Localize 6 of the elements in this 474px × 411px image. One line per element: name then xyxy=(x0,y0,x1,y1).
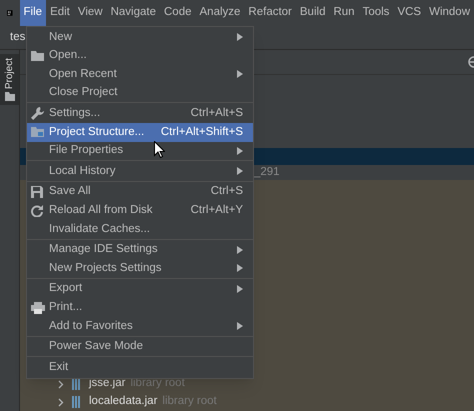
shortcut-text: Ctrl+S xyxy=(210,184,243,200)
shortcut-text: Ctrl+Alt+Shift+S xyxy=(160,124,243,140)
shortcut-text: Ctrl+Alt+Y xyxy=(190,203,243,218)
tree-item-text: _291 xyxy=(254,164,280,180)
shortcut-text: Ctrl+Alt+S xyxy=(190,106,243,122)
tab-label: Project xyxy=(3,58,16,90)
